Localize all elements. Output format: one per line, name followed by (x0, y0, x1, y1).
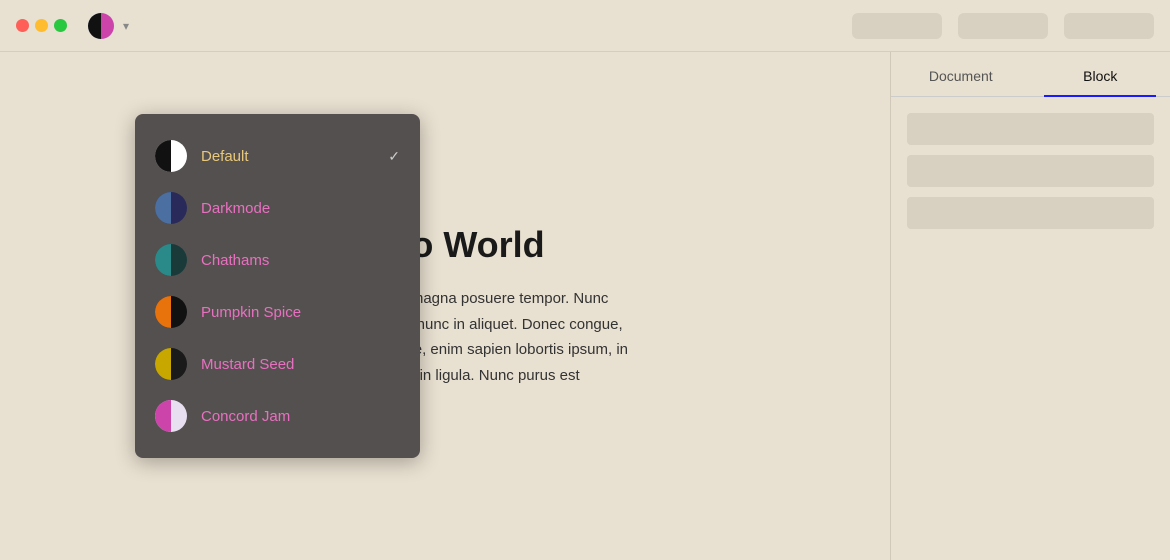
theme-item-pumpkin[interactable]: Pumpkin Spice (135, 286, 420, 338)
close-button[interactable] (16, 19, 29, 32)
theme-icon-darkmode (155, 192, 187, 224)
theme-icon-concord (155, 400, 187, 432)
main-content: Default ✓ Darkmode Chathams Pumpkin Spic… (0, 52, 1170, 560)
top-bar-button-2[interactable] (958, 13, 1048, 39)
maximize-button[interactable] (54, 19, 67, 32)
panel-block-1 (907, 113, 1154, 145)
top-bar: ▾ (0, 0, 1170, 52)
theme-label-mustard: Mustard Seed (201, 356, 400, 373)
theme-label-concord: Concord Jam (201, 408, 400, 425)
theme-label-chathams: Chathams (201, 252, 400, 269)
theme-item-chathams[interactable]: Chathams (135, 234, 420, 286)
theme-item-concord[interactable]: Concord Jam (135, 390, 420, 442)
theme-label-default: Default (201, 148, 388, 165)
theme-icon-mustard (155, 348, 187, 380)
app-icon (87, 12, 115, 40)
right-panel-tabs: Document Block (891, 52, 1170, 97)
top-bar-button-3[interactable] (1064, 13, 1154, 39)
theme-label-darkmode: Darkmode (201, 200, 400, 217)
panel-block-3 (907, 197, 1154, 229)
theme-item-darkmode[interactable]: Darkmode (135, 182, 420, 234)
theme-selector-panel: Default ✓ Darkmode Chathams Pumpkin Spic… (135, 114, 420, 458)
theme-icon-default (155, 140, 187, 172)
traffic-lights (16, 19, 67, 32)
theme-icon-pumpkin (155, 296, 187, 328)
right-panel-content (891, 113, 1170, 229)
theme-item-mustard[interactable]: Mustard Seed (135, 338, 420, 390)
tab-block[interactable]: Block (1031, 52, 1170, 96)
content-area: Hello World Aenean sed nibh a magna posu… (0, 52, 890, 560)
tab-document[interactable]: Document (891, 52, 1031, 96)
check-mark-icon: ✓ (388, 148, 400, 165)
top-bar-button-1[interactable] (852, 13, 942, 39)
theme-item-default[interactable]: Default ✓ (135, 130, 420, 182)
right-panel: Document Block (890, 52, 1170, 560)
minimize-button[interactable] (35, 19, 48, 32)
panel-block-2 (907, 155, 1154, 187)
theme-label-pumpkin: Pumpkin Spice (201, 304, 400, 321)
dropdown-arrow-icon[interactable]: ▾ (123, 19, 129, 33)
theme-icon-chathams (155, 244, 187, 276)
